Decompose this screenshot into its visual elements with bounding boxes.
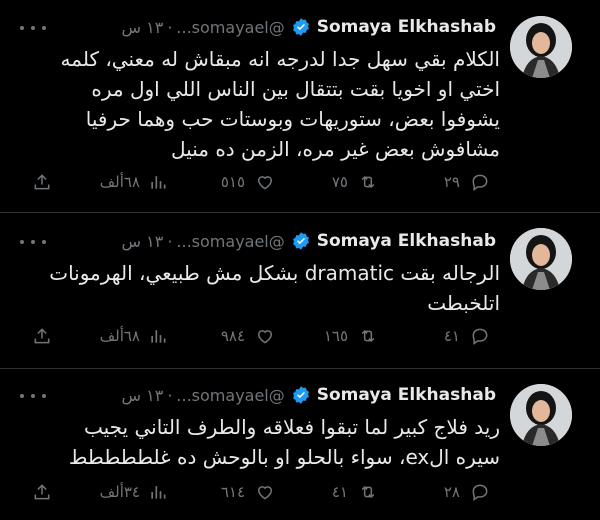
like-button[interactable]: ٥١٥ bbox=[221, 170, 275, 194]
tweet-text-line: الرجاله بقت dramatic بشكل مش طبيعي، الهر… bbox=[49, 261, 500, 285]
reply-icon bbox=[472, 174, 488, 191]
reply-button[interactable]: ٢٩ bbox=[444, 170, 490, 194]
avatar[interactable] bbox=[510, 16, 572, 78]
reply-icon bbox=[472, 328, 488, 345]
tweet-text-line: اختي او اخويا بقت بتتقال بين الناس اللي … bbox=[91, 77, 500, 101]
tweet-header: Somaya Elkhashab @somayael... · ١٣ س bbox=[122, 228, 497, 254]
timestamp[interactable]: ١٣ س bbox=[122, 386, 164, 405]
tweet-text-line: اتلخبطت bbox=[427, 291, 500, 315]
views-button[interactable]: ٣٤ألف bbox=[100, 480, 168, 504]
timestamp[interactable]: ١٣ س bbox=[122, 232, 164, 251]
share-icon bbox=[34, 174, 50, 190]
retweet-button[interactable]: ١٦٥ bbox=[324, 324, 378, 348]
tweet[interactable]: Somaya Elkhashab @somayael... · ١٣ س الر… bbox=[0, 212, 600, 368]
views-button[interactable]: ٦٨ألف bbox=[100, 324, 168, 348]
retweet-count: ١٦٥ bbox=[323, 327, 348, 345]
views-chart-icon bbox=[151, 176, 166, 189]
reply-count: ٢٨ bbox=[443, 483, 460, 501]
more-options-icon[interactable] bbox=[20, 386, 46, 406]
like-count: ٦١٤ bbox=[220, 483, 245, 501]
tweet[interactable]: Somaya Elkhashab @somayael... · ١٣ س ريد… bbox=[0, 368, 600, 520]
retweet-button[interactable]: ٤١ bbox=[332, 480, 378, 504]
retweet-button[interactable]: ٧٥ bbox=[332, 170, 378, 194]
share-icon bbox=[34, 484, 50, 500]
views-count: ٣٤ألف bbox=[99, 483, 140, 501]
views-chart-icon bbox=[151, 330, 166, 343]
tweet-actions: ٢٨ ٤١ ٦١٤ ٣٤ألف bbox=[0, 480, 600, 504]
tweet-text-line: مشافوش بعض غير مره، الزمن ده منيل bbox=[171, 137, 500, 161]
tweet-text: ريد فلاج كبير لما تبقوا فعلاقه والطرف ال… bbox=[22, 412, 500, 472]
share-button[interactable] bbox=[32, 480, 52, 504]
share-icon bbox=[34, 328, 50, 344]
like-button[interactable]: ٩٨٤ bbox=[221, 324, 275, 348]
verified-badge-icon bbox=[292, 232, 309, 250]
retweet-icon bbox=[361, 175, 375, 189]
retweet-count: ٧٥ bbox=[331, 173, 348, 191]
heart-icon bbox=[257, 486, 273, 500]
retweet-icon bbox=[361, 329, 375, 343]
tweet-actions: ٤١ ١٦٥ ٩٨٤ ٦٨ألف bbox=[0, 324, 600, 348]
separator-dot: · bbox=[167, 385, 173, 405]
tweet-text-line: الكلام بقي سهل جدا لدرجه انه مبقاش له مع… bbox=[60, 47, 500, 71]
verified-badge-icon bbox=[292, 386, 309, 404]
tweet-text: الكلام بقي سهل جدا لدرجه انه مبقاش له مع… bbox=[22, 44, 500, 164]
more-options-icon[interactable] bbox=[20, 232, 46, 252]
retweet-count: ٤١ bbox=[331, 483, 348, 501]
reply-count: ٤١ bbox=[443, 327, 460, 345]
separator-dot: · bbox=[167, 17, 173, 37]
retweet-icon bbox=[361, 485, 375, 499]
timestamp[interactable]: ١٣ س bbox=[122, 18, 164, 37]
verified-badge-icon bbox=[292, 18, 309, 36]
tweet-text-line: يشوفوا بعض، ستوريهات وبوستات حب وهما حرف… bbox=[85, 107, 500, 131]
tweet-header: Somaya Elkhashab @somayael... · ١٣ س bbox=[122, 382, 497, 408]
display-name[interactable]: Somaya Elkhashab bbox=[317, 231, 496, 251]
tweet-text-line: سيره الex، سواء بالحلو او بالوحش ده غلطط… bbox=[68, 445, 500, 469]
display-name[interactable]: Somaya Elkhashab bbox=[317, 17, 496, 37]
reply-count: ٢٩ bbox=[443, 173, 460, 191]
views-button[interactable]: ٦٨ألف bbox=[100, 170, 168, 194]
like-count: ٩٨٤ bbox=[220, 327, 245, 345]
more-options-icon[interactable] bbox=[20, 18, 46, 38]
tweet-header: Somaya Elkhashab @somayael... · ١٣ س bbox=[122, 14, 497, 40]
avatar[interactable] bbox=[510, 384, 572, 446]
reply-button[interactable]: ٤١ bbox=[444, 324, 490, 348]
views-count: ٦٨ألف bbox=[99, 173, 140, 191]
tweet-text-line: ريد فلاج كبير لما تبقوا فعلاقه والطرف ال… bbox=[83, 415, 500, 439]
tweet[interactable]: Somaya Elkhashab @somayael... · ١٣ س الك… bbox=[0, 0, 600, 212]
heart-icon bbox=[257, 330, 273, 344]
display-name[interactable]: Somaya Elkhashab bbox=[317, 385, 496, 405]
reply-button[interactable]: ٢٨ bbox=[444, 480, 490, 504]
tweet-text: الرجاله بقت dramatic بشكل مش طبيعي، الهر… bbox=[22, 258, 500, 318]
views-chart-icon bbox=[151, 486, 166, 499]
separator-dot: · bbox=[167, 231, 173, 251]
like-count: ٥١٥ bbox=[220, 173, 245, 191]
views-count: ٦٨ألف bbox=[99, 327, 140, 345]
share-button[interactable] bbox=[32, 324, 52, 348]
handle[interactable]: @somayael... bbox=[176, 232, 284, 251]
share-button[interactable] bbox=[32, 170, 52, 194]
reply-icon bbox=[472, 484, 488, 501]
avatar[interactable] bbox=[510, 228, 572, 290]
handle[interactable]: @somayael... bbox=[176, 386, 284, 405]
heart-icon bbox=[257, 176, 273, 190]
like-button[interactable]: ٦١٤ bbox=[221, 480, 275, 504]
handle[interactable]: @somayael... bbox=[176, 18, 284, 37]
tweet-actions: ٢٩ ٧٥ ٥١٥ ٦٨ألف bbox=[0, 170, 600, 194]
